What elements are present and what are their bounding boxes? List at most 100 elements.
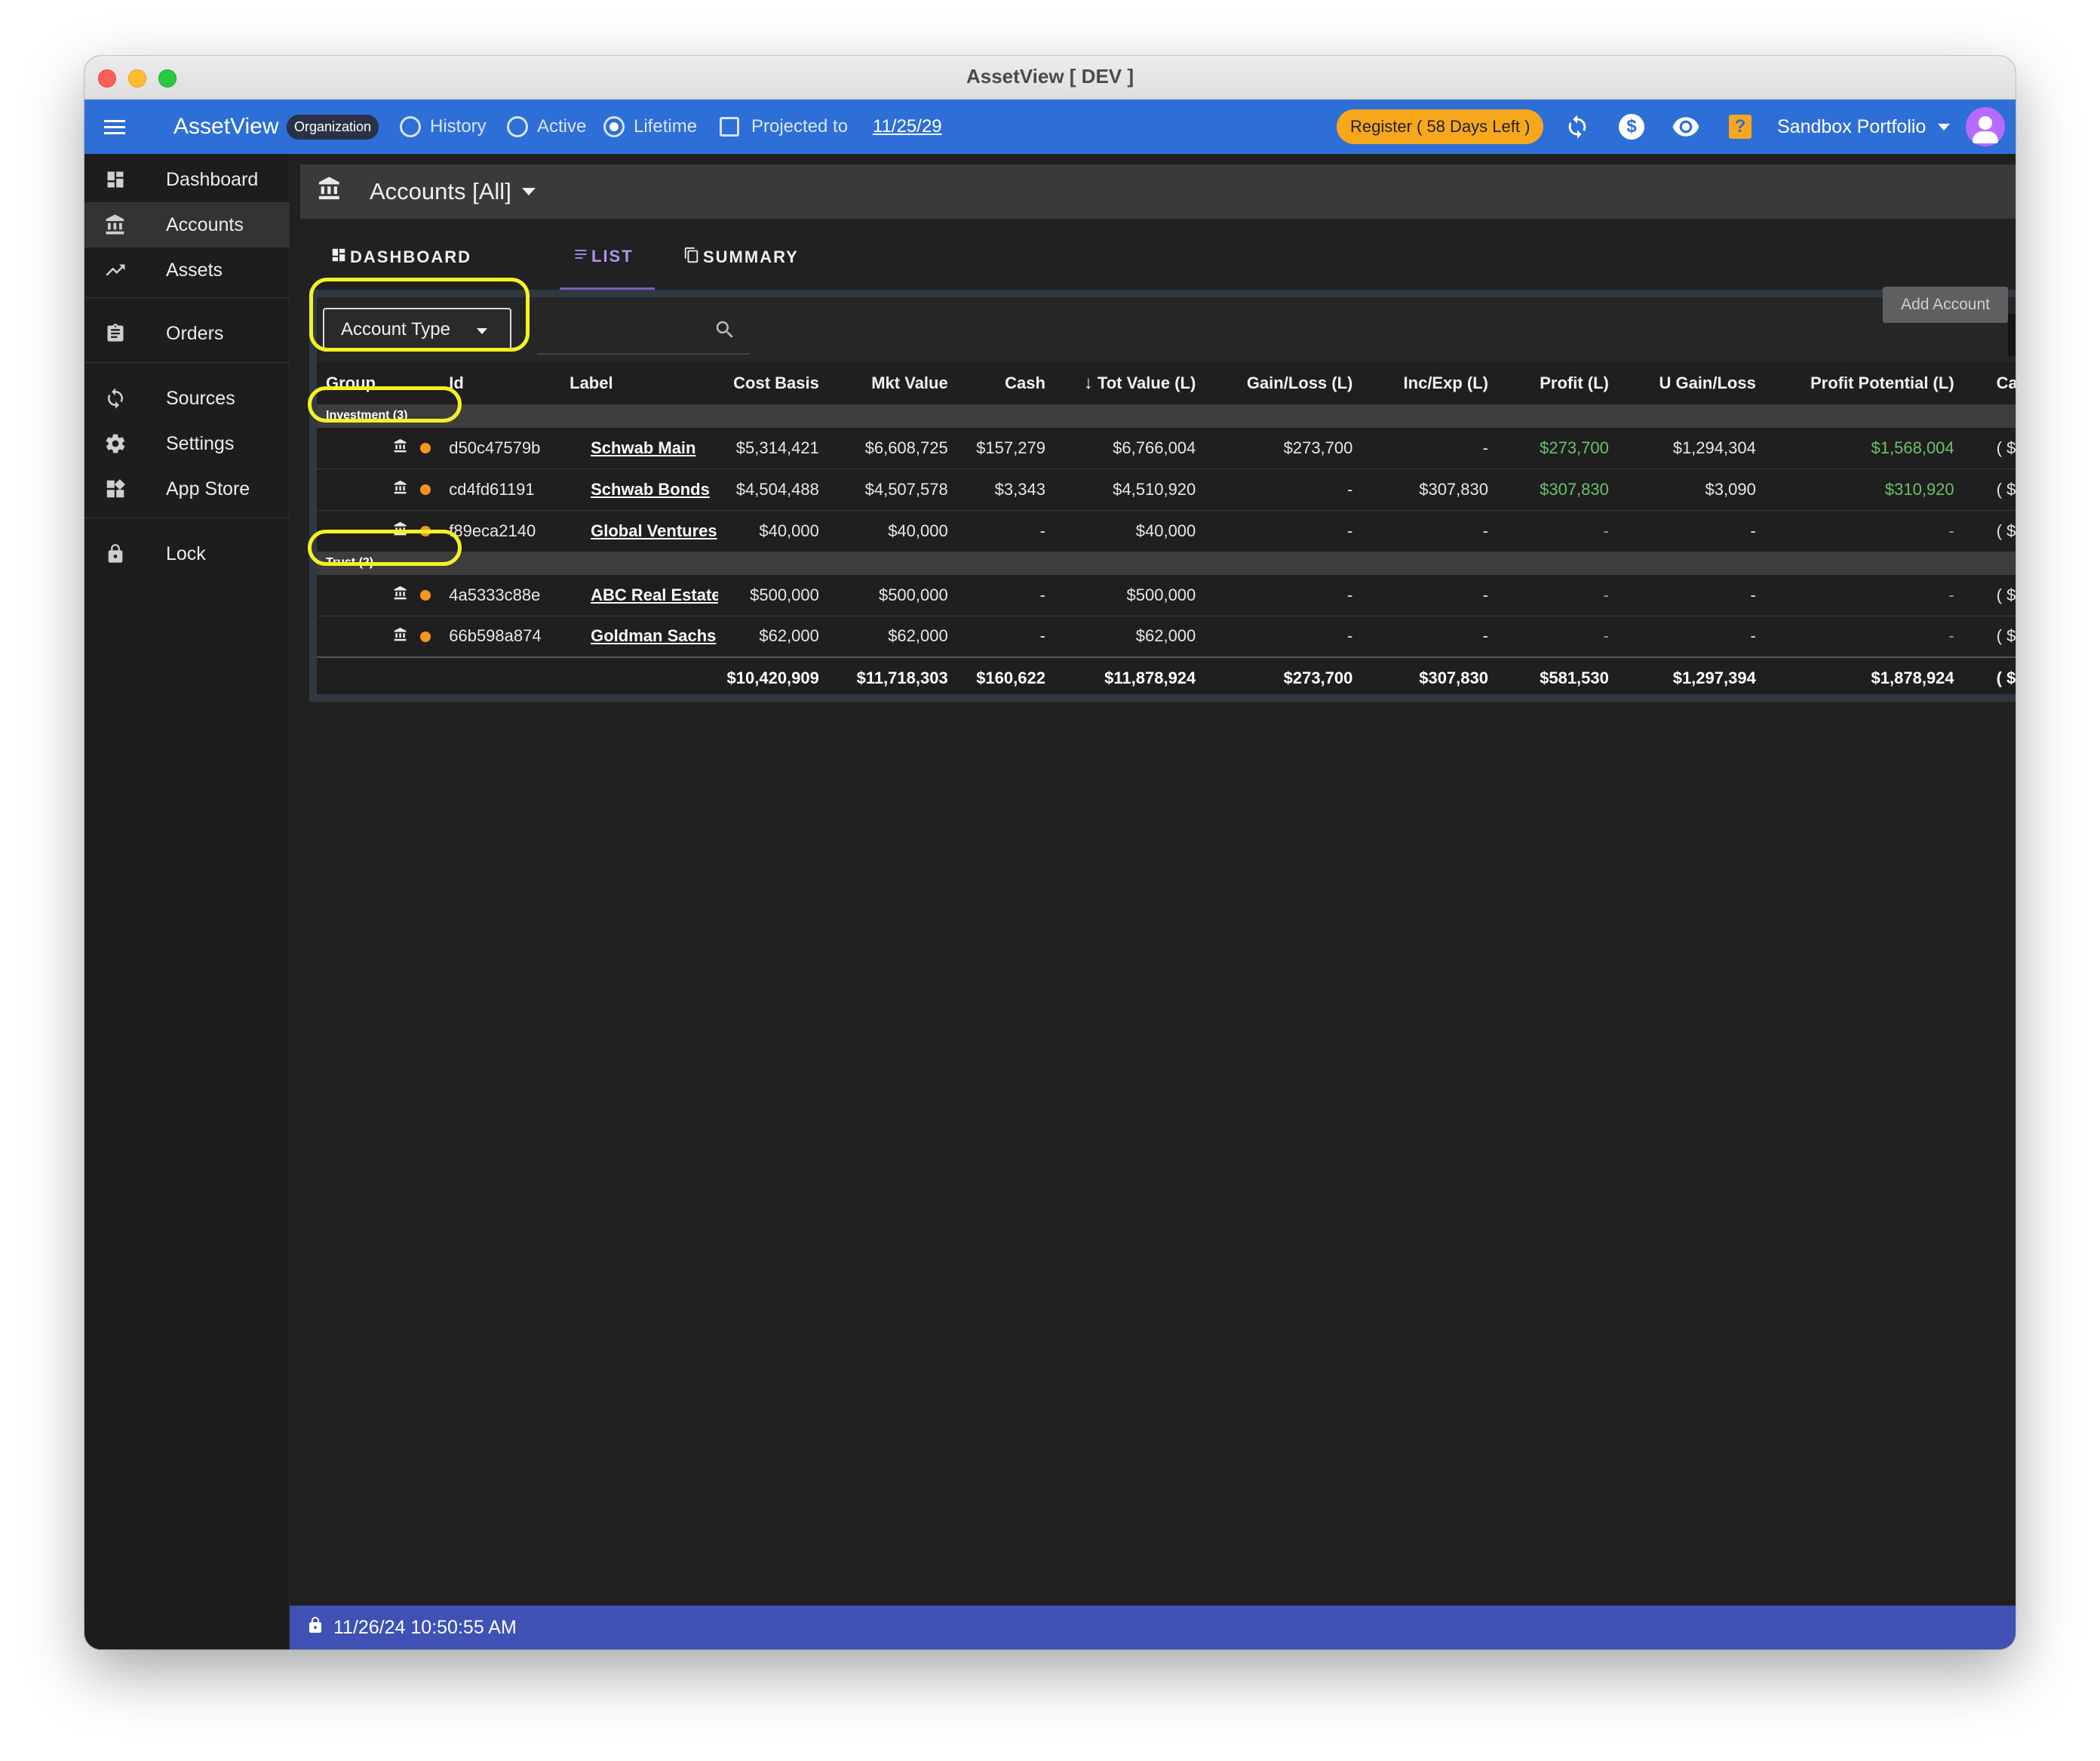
- bank-icon: [104, 214, 127, 236]
- sidebar-item-orders[interactable]: Orders: [84, 311, 290, 356]
- table-row[interactable]: 4a5333c88eABC Real Estate Ventures$500,0…: [317, 574, 2016, 616]
- cashflow-cell: ( $4: [1954, 510, 2016, 552]
- cashflow-cell: ( $4,19: [1954, 469, 2016, 511]
- row-icons: [317, 574, 450, 616]
- value-cell: -: [1608, 616, 1756, 658]
- value-cell: $62,000: [818, 616, 948, 658]
- value-cell: -: [1488, 616, 1609, 658]
- account-id: d50c47579b: [449, 427, 570, 469]
- empty-cell: [317, 656, 450, 699]
- org-badge[interactable]: Organization: [287, 100, 379, 154]
- col-header-u-gain-loss[interactable]: U Gain/Loss: [1608, 362, 1756, 405]
- gear-icon: [104, 432, 127, 455]
- window-titlebar: AssetView [ DEV ]: [84, 56, 2016, 100]
- group-label: Trust (2): [317, 552, 2016, 575]
- table-header-row: Group Id Label Cost Basis Mkt Value Cash…: [317, 362, 2016, 405]
- portfolio-selector[interactable]: Sandbox Portfolio: [1777, 100, 1951, 154]
- total-cell: $1,878,924: [1755, 656, 1954, 699]
- projected-date-link[interactable]: 11/25/29: [873, 100, 942, 154]
- page-title[interactable]: Accounts [All]: [370, 178, 511, 205]
- sidebar-item-settings[interactable]: Settings: [84, 421, 290, 466]
- value-cell: $5,314,421: [718, 427, 819, 469]
- radio-icon: [507, 116, 528, 137]
- table-row[interactable]: cd4fd61191 Schwab Bonds $4,504,488 $4,507,5…: [317, 469, 2016, 511]
- active-radio[interactable]: Active: [507, 100, 586, 154]
- empty-cell: [570, 656, 719, 699]
- table-row[interactable]: d50c47579b Schwab Main $5,314,421 $6,608,72…: [317, 427, 2016, 469]
- col-header-id[interactable]: Id: [449, 362, 570, 405]
- view-tabs: DASHBOARD LIST SUMMARY: [300, 225, 2016, 290]
- help-icon[interactable]: ?: [1729, 100, 1752, 154]
- columns-button[interactable]: CA: [2008, 314, 2016, 356]
- account-label-link[interactable]: Schwab Bonds: [570, 469, 719, 511]
- bank-icon: [393, 627, 408, 646]
- sidebar-item-sources[interactable]: Sources: [84, 376, 290, 421]
- status-dot-icon: [420, 484, 431, 496]
- group-by-select[interactable]: Account Type: [323, 308, 511, 352]
- eye-icon[interactable]: [1672, 100, 1700, 154]
- col-header-profit-potential[interactable]: Profit Potential (L): [1755, 362, 1954, 405]
- tab-summary[interactable]: SUMMARY: [683, 225, 799, 290]
- row-icons: [317, 510, 450, 552]
- search-input[interactable]: [537, 312, 750, 355]
- lifetime-radio[interactable]: Lifetime: [603, 100, 697, 154]
- value-cell: $500,000: [818, 574, 948, 616]
- value-cell: -: [947, 510, 1045, 552]
- bank-icon: [317, 176, 347, 207]
- dollar-icon[interactable]: $: [1619, 100, 1644, 154]
- col-header-cashflow[interactable]: Cashf: [1954, 362, 2016, 405]
- brand-name: AssetView: [173, 114, 279, 139]
- value-cell: $62,000: [718, 616, 819, 658]
- col-header-mkt-value[interactable]: Mkt Value: [818, 362, 948, 405]
- value-cell: $157,279: [947, 427, 1045, 469]
- col-header-group[interactable]: Group: [317, 362, 450, 405]
- col-header-profit[interactable]: Profit (L): [1488, 362, 1609, 405]
- sidebar-item-lock[interactable]: Lock: [84, 531, 290, 576]
- sidebar-item-accounts[interactable]: Accounts: [84, 202, 290, 247]
- account-label-link[interactable]: Schwab Main: [570, 427, 719, 469]
- add-account-button[interactable]: Add Account: [1883, 287, 2008, 323]
- window-title: AssetView [ DEV ]: [966, 65, 1134, 88]
- accounts-table: Group Id Label Cost Basis Mkt Value Cash…: [317, 362, 2016, 699]
- menu-icon[interactable]: [104, 100, 127, 154]
- sidebar-item-dashboard[interactable]: Dashboard: [84, 157, 290, 202]
- sidebar-item-app-store[interactable]: App Store: [84, 466, 290, 512]
- sidebar-item-assets[interactable]: Assets: [84, 247, 290, 293]
- lock-icon: [104, 542, 127, 565]
- col-header-cost-basis[interactable]: Cost Basis: [718, 362, 819, 405]
- col-header-cash[interactable]: Cash: [947, 362, 1045, 405]
- search-icon[interactable]: [714, 318, 736, 345]
- radio-icon: [400, 116, 421, 137]
- register-button[interactable]: Register ( 58 Days Left ): [1337, 100, 1544, 154]
- cashflow-cell: ( $5,04: [1954, 427, 2016, 469]
- value-cell: $500,000: [718, 574, 819, 616]
- value-cell: -: [1352, 574, 1488, 616]
- tab-list[interactable]: LIST: [560, 225, 655, 290]
- value-cell: $307,830: [1488, 469, 1609, 511]
- projected-checkbox[interactable]: Projected to: [720, 100, 848, 154]
- history-radio[interactable]: History: [400, 100, 487, 154]
- refresh-icon[interactable]: [1564, 100, 1590, 154]
- row-icons: [317, 469, 450, 511]
- tab-dashboard[interactable]: DASHBOARD: [330, 225, 471, 290]
- group-label: Investment (3): [317, 404, 2016, 428]
- table-row[interactable]: 66b598a874 Goldman Sachs $62,000 $62,000- $6…: [317, 616, 2016, 658]
- totals-row: $10,420,909 $11,718,303 $160,622 $11,878,92…: [317, 656, 2016, 699]
- account-label-link[interactable]: ABC Real Estate Ventures: [570, 574, 719, 616]
- group-row[interactable]: Trust (2): [317, 552, 2016, 575]
- sync-icon: [104, 387, 127, 410]
- total-cell: $10,420,909: [718, 656, 819, 699]
- status-dot-icon: [420, 526, 431, 537]
- table-row[interactable]: f89eca2140 Global Ventures $40,000 $40,000-…: [317, 510, 2016, 552]
- account-label-link[interactable]: Global Ventures: [570, 510, 719, 552]
- radio-selected-icon: [603, 116, 625, 137]
- col-header-inc-exp[interactable]: Inc/Exp (L): [1352, 362, 1488, 405]
- col-header-gain-loss[interactable]: Gain/Loss (L): [1196, 362, 1353, 405]
- col-header-tot-value[interactable]: ↓ Tot Value (L): [1045, 362, 1196, 405]
- avatar[interactable]: [1966, 100, 2005, 154]
- chevron-down-icon[interactable]: [521, 188, 536, 195]
- group-row[interactable]: Investment (3): [317, 404, 2016, 428]
- col-header-label[interactable]: Label: [570, 362, 719, 405]
- lock-icon[interactable]: [306, 1615, 324, 1641]
- account-label-link[interactable]: Goldman Sachs: [570, 616, 719, 658]
